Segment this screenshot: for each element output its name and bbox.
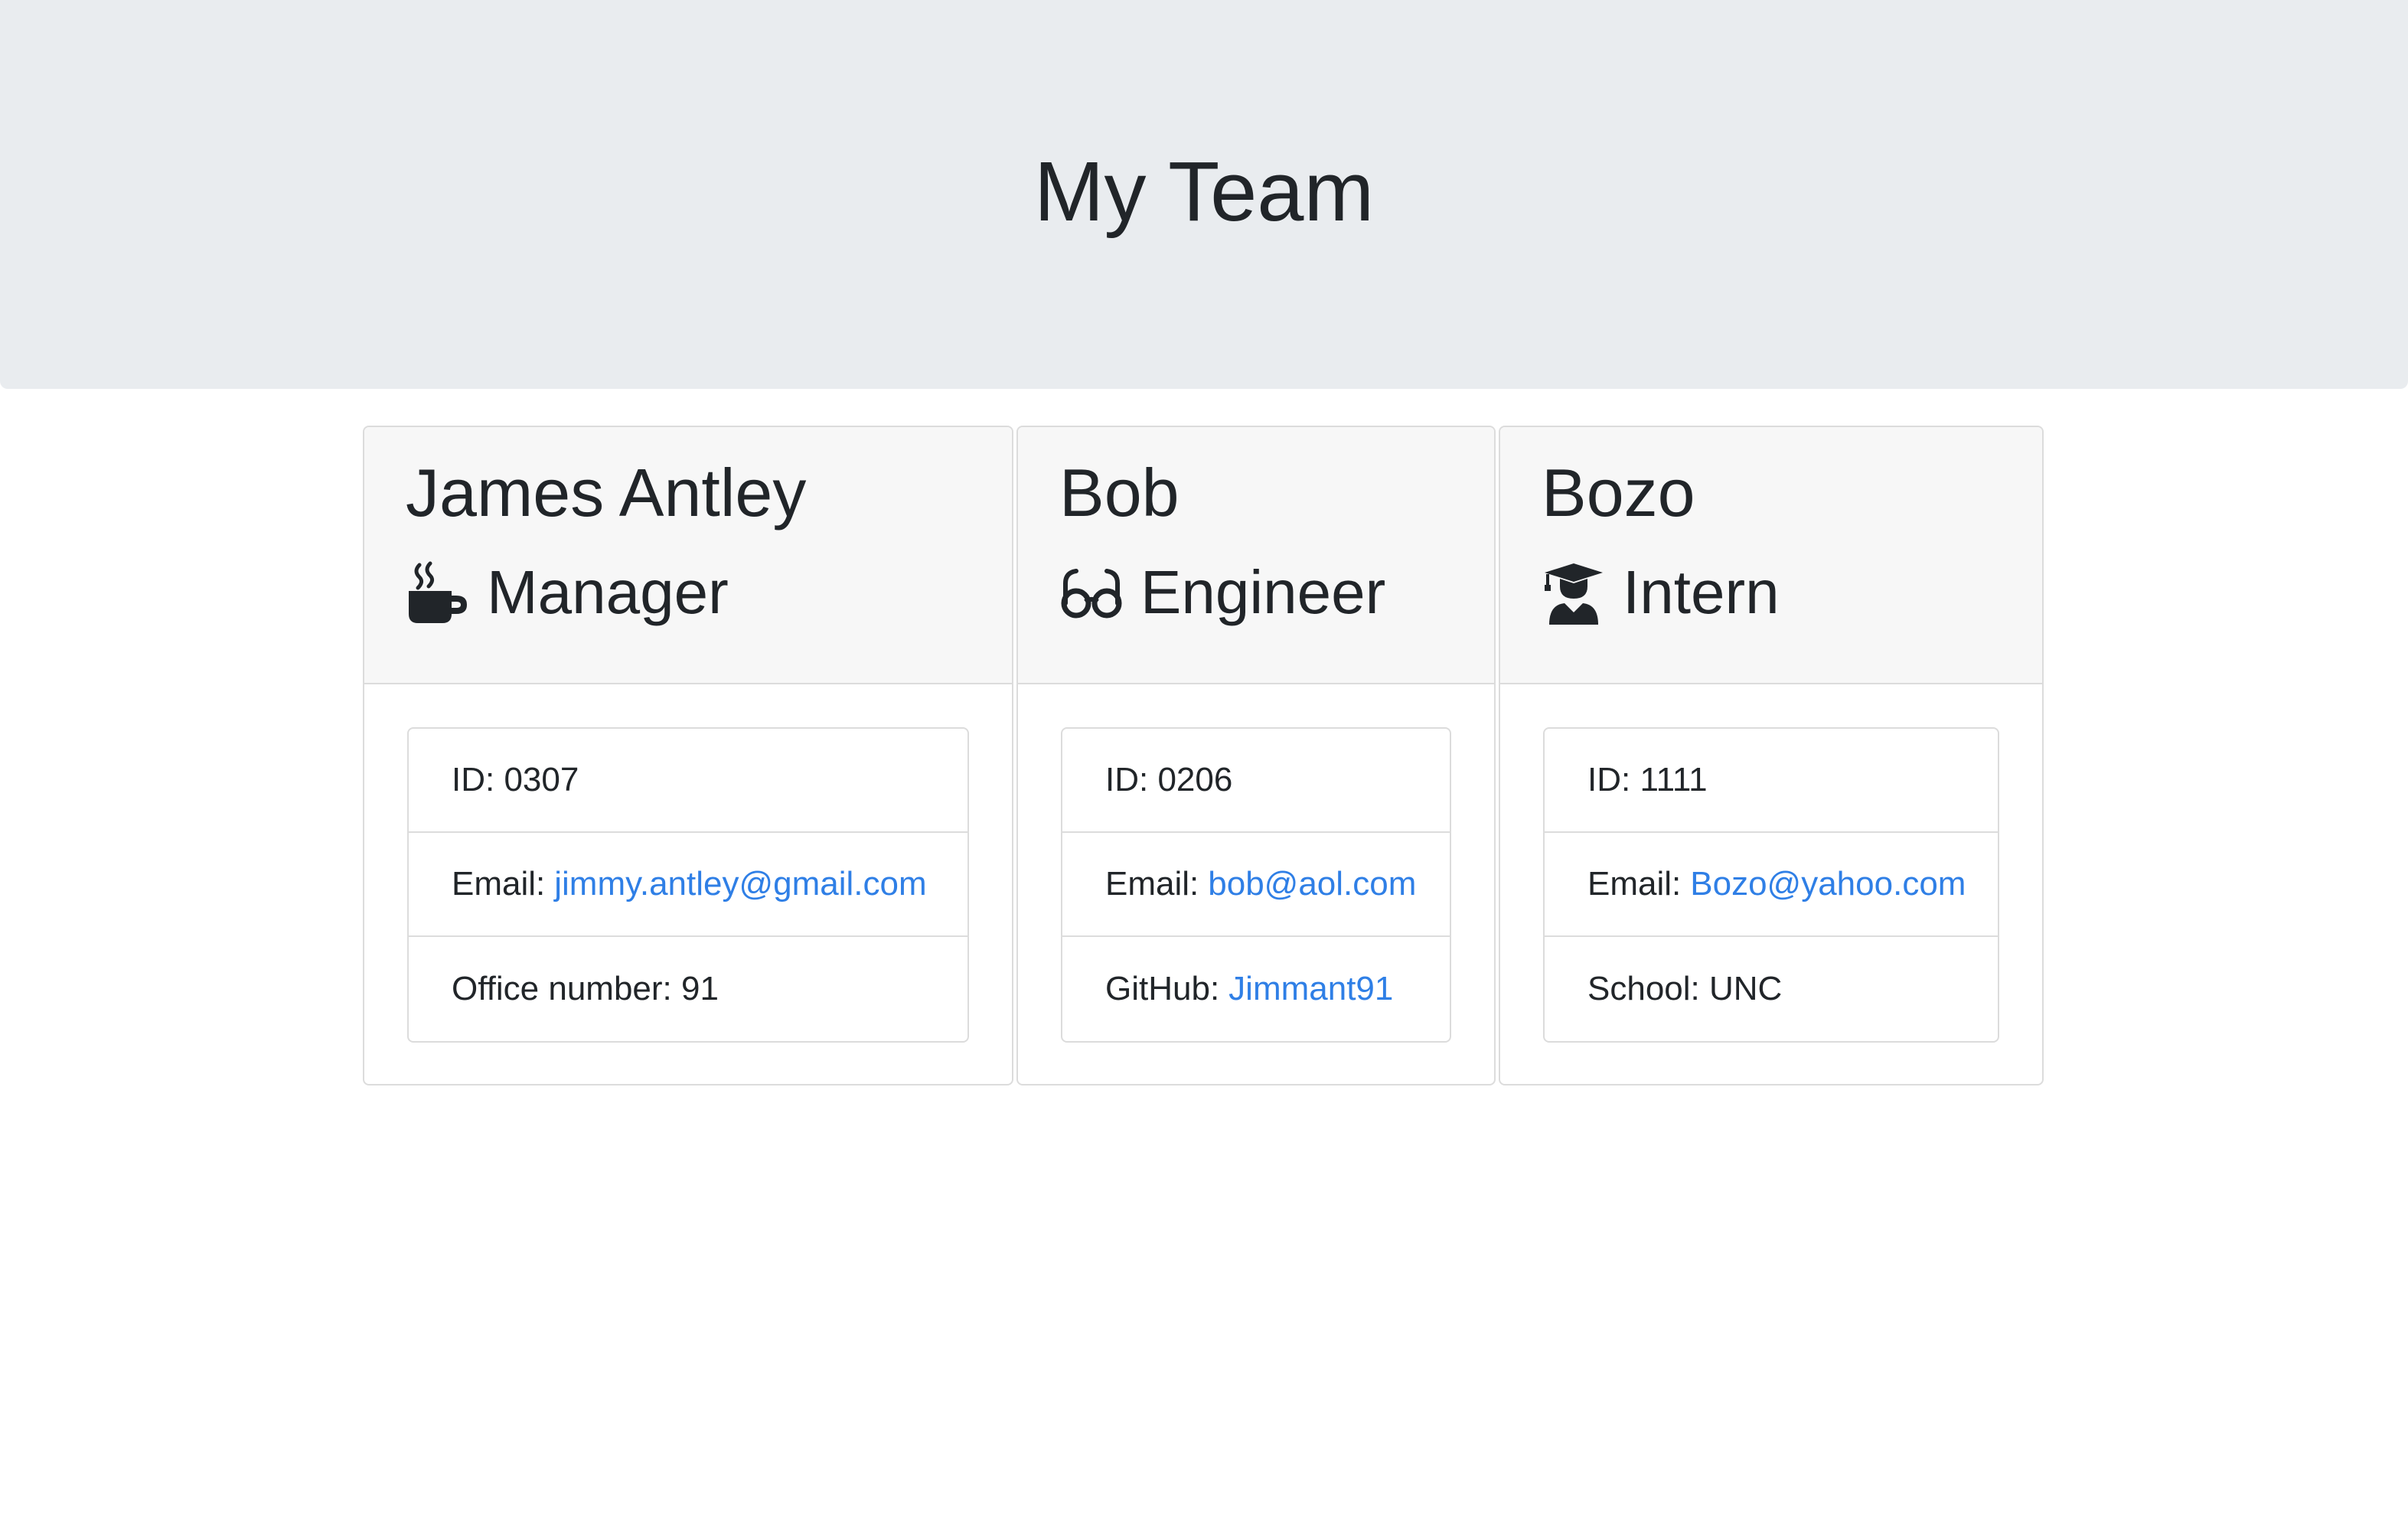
- employee-card-manager: James Antley Manager ID: 0307 Email: jim…: [363, 426, 1013, 1085]
- employee-role: Intern: [1542, 554, 2001, 631]
- card-header: Bob Engineer: [1018, 427, 1494, 684]
- info-list: ID: 0307 Email: jimmy.antley@gmail.com O…: [407, 727, 969, 1043]
- id-text: ID: 0307: [452, 761, 579, 798]
- graduate-icon: [1542, 560, 1606, 625]
- github-prefix: GitHub:: [1105, 970, 1220, 1007]
- school-text: School: UNC: [1587, 970, 1783, 1007]
- coffee-mug-icon: [406, 560, 470, 625]
- employee-name: Bob: [1059, 455, 1180, 530]
- employee-card-engineer: Bob Engineer ID: 0206 Email: bob@aol.com…: [1016, 426, 1496, 1085]
- page-title: My Team: [1033, 145, 1375, 239]
- card-body: ID: 0206 Email: bob@aol.com GitHub: Jimm…: [1018, 684, 1494, 1043]
- info-list: ID: 1111 Email: Bozo@yahoo.com School: U…: [1543, 727, 1999, 1043]
- email-prefix: Email:: [452, 865, 546, 903]
- email-prefix: Email:: [1587, 865, 1682, 903]
- employee-name: Bozo: [1542, 455, 1695, 530]
- id-item: ID: 1111: [1545, 729, 1998, 833]
- team-cards: James Antley Manager ID: 0307 Email: jim…: [363, 426, 2044, 1085]
- id-text: ID: 0206: [1105, 761, 1233, 798]
- office-number-text: Office number: 91: [452, 970, 719, 1007]
- card-header: Bozo Intern: [1500, 427, 2042, 684]
- jumbotron-header: My Team: [0, 0, 2408, 389]
- email-item: Email: Bozo@yahoo.com: [1545, 833, 1998, 937]
- school-item: School: UNC: [1545, 937, 1998, 1041]
- id-text: ID: 1111: [1587, 761, 1708, 798]
- role-label: Manager: [487, 558, 729, 626]
- employee-role: Engineer: [1059, 554, 1453, 631]
- office-number-item: Office number: 91: [409, 937, 967, 1041]
- employee-role: Manager: [406, 554, 971, 631]
- id-item: ID: 0206: [1062, 729, 1450, 833]
- employee-card-intern: Bozo Intern ID: 1111 Email: Bozo@yahoo.c…: [1499, 426, 2044, 1085]
- id-item: ID: 0307: [409, 729, 967, 833]
- email-item: Email: bob@aol.com: [1062, 833, 1450, 937]
- email-link[interactable]: Bozo@yahoo.com: [1690, 865, 1966, 903]
- email-link[interactable]: bob@aol.com: [1208, 865, 1416, 903]
- info-list: ID: 0206 Email: bob@aol.com GitHub: Jimm…: [1061, 727, 1451, 1043]
- email-item: Email: jimmy.antley@gmail.com: [409, 833, 967, 937]
- card-body: ID: 0307 Email: jimmy.antley@gmail.com O…: [364, 684, 1012, 1043]
- glasses-icon: [1059, 560, 1124, 625]
- card-body: ID: 1111 Email: Bozo@yahoo.com School: U…: [1500, 684, 2042, 1043]
- email-link[interactable]: jimmy.antley@gmail.com: [554, 865, 926, 903]
- employee-name: James Antley: [406, 455, 807, 530]
- github-item: GitHub: Jimmant91: [1062, 937, 1450, 1041]
- role-label: Intern: [1623, 558, 1780, 626]
- card-header: James Antley Manager: [364, 427, 1012, 684]
- github-link[interactable]: Jimmant91: [1228, 970, 1393, 1008]
- email-prefix: Email:: [1105, 865, 1199, 903]
- role-label: Engineer: [1140, 558, 1386, 626]
